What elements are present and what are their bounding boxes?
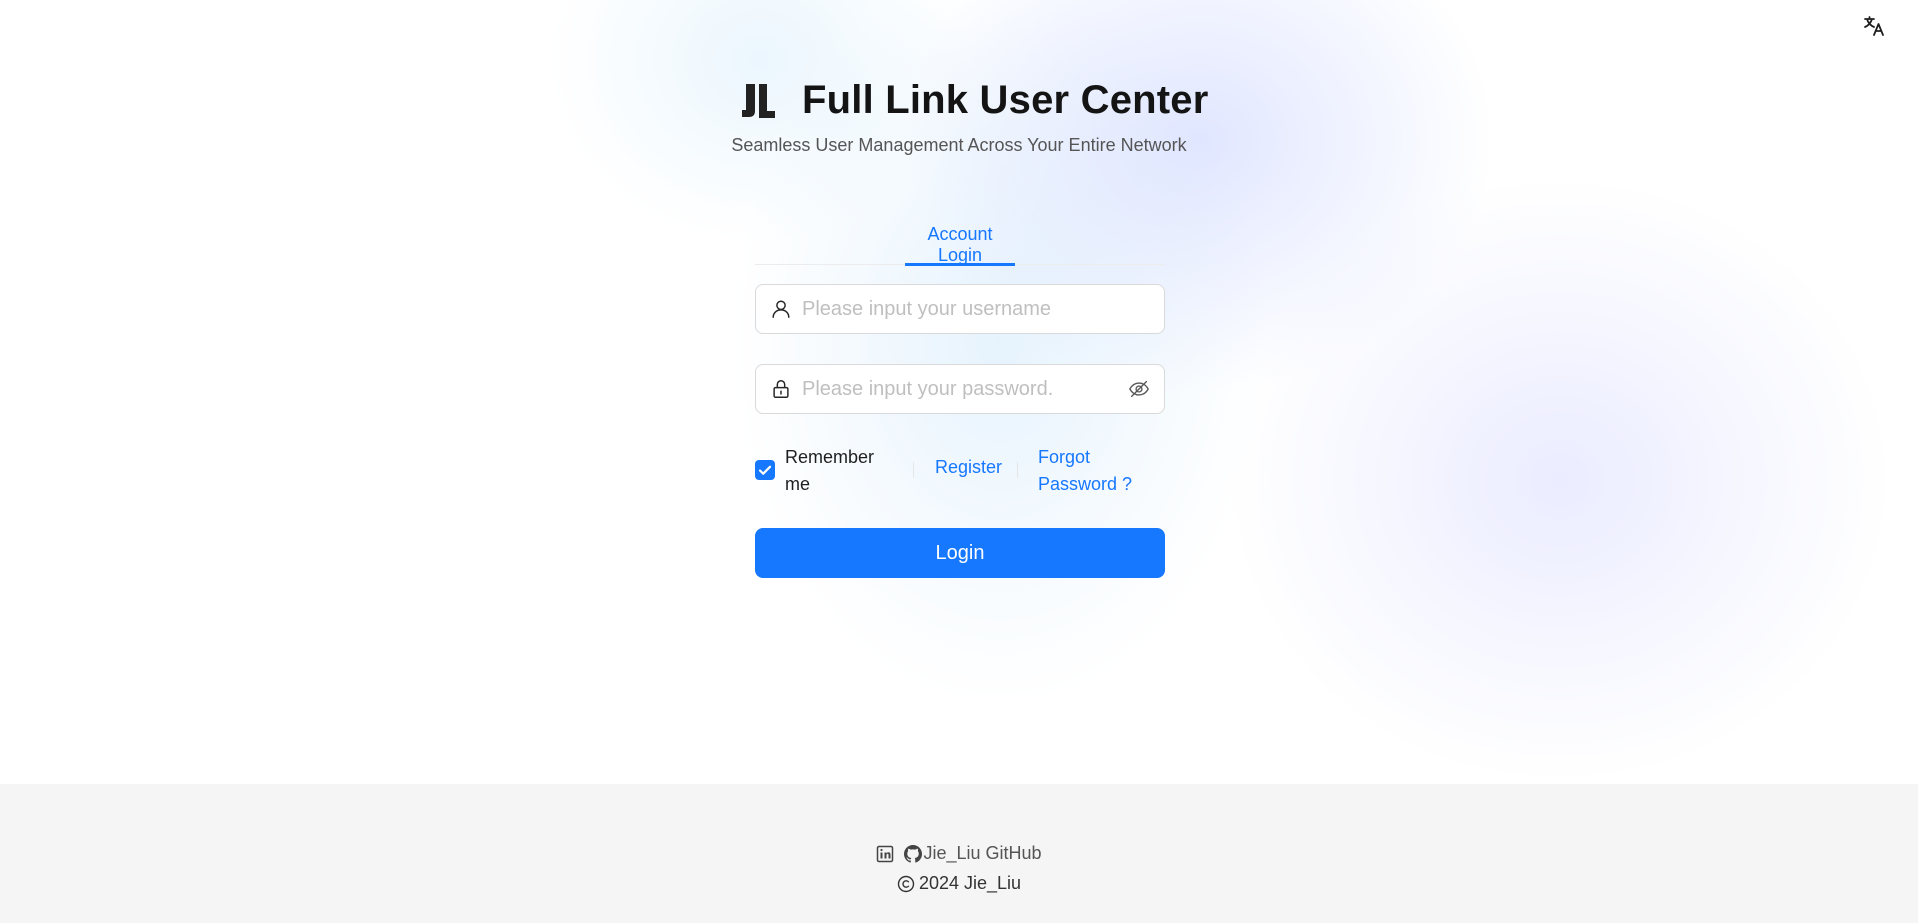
translate-icon[interactable] bbox=[1862, 14, 1886, 38]
login-button[interactable]: Login bbox=[755, 528, 1165, 578]
remember-me-label[interactable]: Remember me bbox=[785, 444, 895, 498]
forgot-password-link[interactable]: Forgot Password ? bbox=[1038, 444, 1148, 498]
divider bbox=[913, 462, 914, 478]
github-icon[interactable] bbox=[904, 844, 923, 863]
footer-links: Jie_Liu GitHub bbox=[0, 843, 1918, 864]
remember-me-checkbox[interactable] bbox=[755, 460, 775, 480]
linkedin-icon[interactable] bbox=[876, 845, 894, 863]
user-icon bbox=[772, 300, 790, 318]
username-input[interactable] bbox=[800, 296, 1150, 322]
lock-icon bbox=[773, 380, 789, 398]
password-input[interactable] bbox=[800, 376, 1122, 402]
copyright: 2024 Jie_Liu bbox=[0, 873, 1918, 894]
jl-logo-icon bbox=[742, 84, 775, 118]
register-link[interactable]: Register bbox=[935, 457, 1002, 478]
github-link[interactable]: Jie_Liu GitHub bbox=[923, 843, 1041, 864]
page-subtitle: Seamless User Management Across Your Ent… bbox=[731, 135, 1187, 155]
eye-invisible-icon[interactable] bbox=[1128, 378, 1150, 400]
copyright-text: 2024 Jie_Liu bbox=[918, 873, 1022, 893]
page-title: Full Link User Center bbox=[802, 77, 1209, 122]
login-tabs: Account Login bbox=[755, 216, 1165, 266]
login-options: Remember me Register Forgot Password ? bbox=[755, 444, 1165, 500]
password-field[interactable] bbox=[755, 364, 1165, 414]
page-header: Full Link User Center bbox=[740, 72, 1209, 128]
divider bbox=[1017, 462, 1018, 478]
tab-account-login[interactable]: Account Login bbox=[905, 224, 1015, 266]
username-field[interactable] bbox=[755, 284, 1165, 334]
copyright-icon bbox=[897, 875, 915, 892]
login-page-background: Full Link User Center Seamless User Mana… bbox=[0, 0, 1918, 784]
